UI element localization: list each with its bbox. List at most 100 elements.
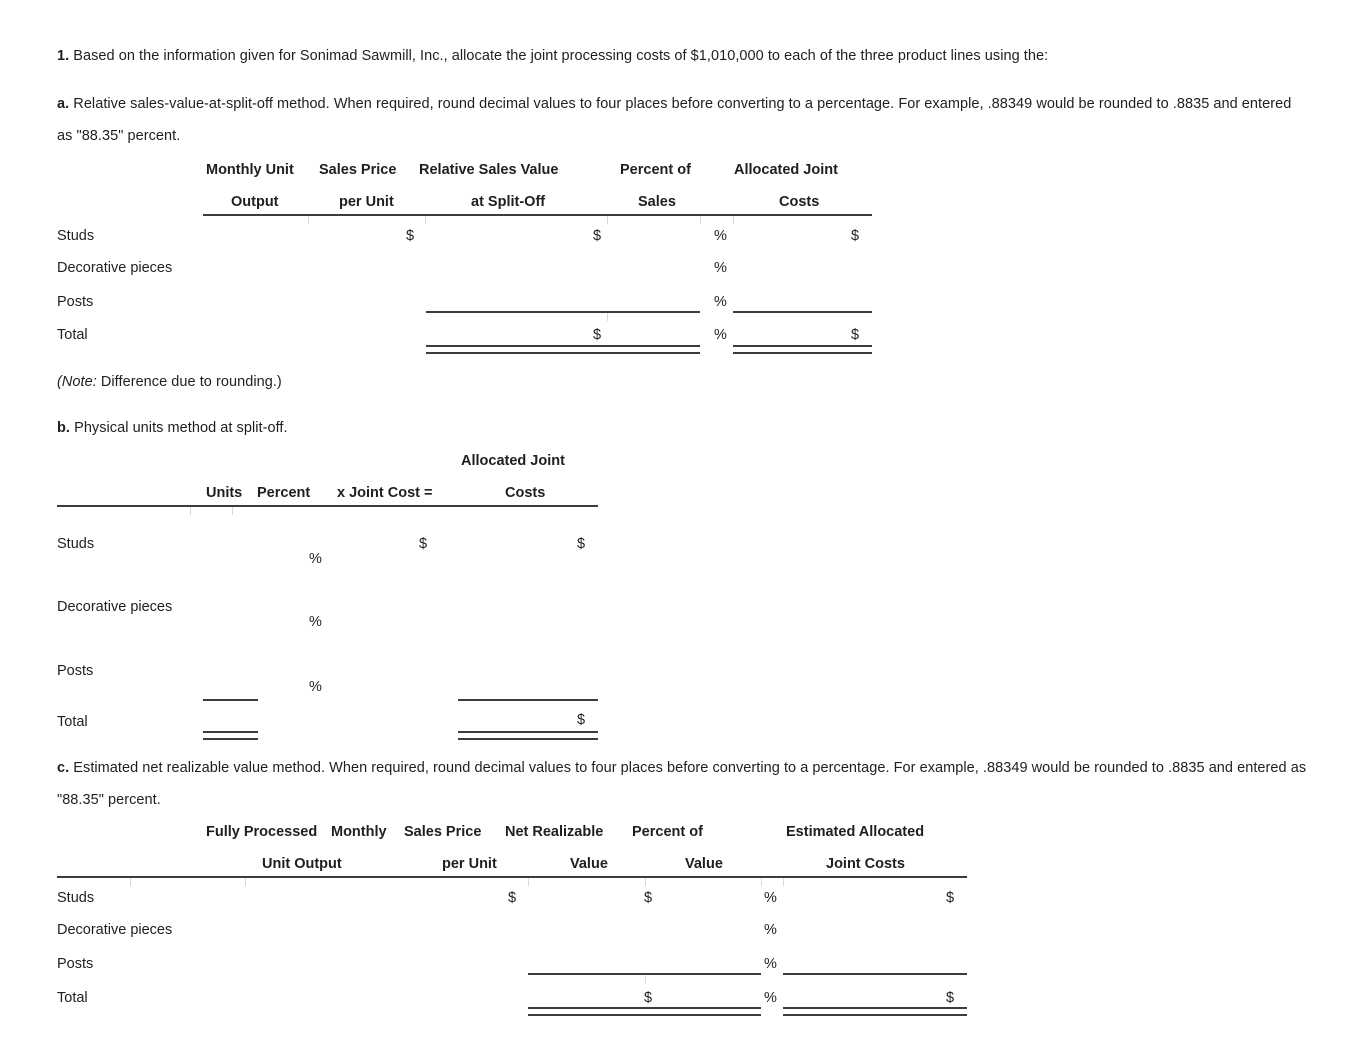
table-c-header-value-percent: Value [685,856,723,872]
table-c-header-fully-processed: Fully Processed [206,824,318,840]
table-a-col-sep-2 [425,216,426,224]
table-c-header-unit-output: Unit Output [262,856,342,872]
table-a-studs-rsv-symbol: $ [593,228,602,244]
table-a-total-double-rule-right [733,345,872,354]
table-c-total-nrv-symbol: $ [644,990,653,1006]
table-c-decorative-percent-symbol: % [764,922,777,938]
table-b-subtotal-rule-units [203,699,258,701]
table-a-posts-percent-symbol: % [714,294,727,310]
table-c-header-net-realizable: Net Realizable [505,824,604,840]
table-c-studs-nrv-symbol: $ [644,890,653,906]
table-b-row-label-posts: Posts [57,663,94,679]
table-b-posts-percent-symbol: % [309,679,322,695]
question-number: 1. [57,48,70,64]
table-c-posts-percent-symbol: % [764,956,777,972]
table-a-row-label-total: Total [57,327,88,343]
table-a-header-costs: Costs [779,194,820,210]
table-a-header-relative-sales-value: Relative Sales Value [419,162,559,178]
table-c-total-percent-symbol: % [764,990,777,1006]
table-a-row-label-decorative-pieces: Decorative pieces [57,260,173,276]
table-b-col-sep-2 [232,507,233,515]
table-b-header-units: Units [206,485,243,501]
part-a-instructions: a. Relative sales-value-at-split-off met… [57,88,1297,152]
table-b-studs-percent-symbol: % [309,551,322,567]
table-c-row-label-total: Total [57,990,88,1006]
part-b-instructions: b. Physical units method at split-off. [57,412,1297,444]
part-a-text: Relative sales-value-at-split-off method… [57,96,1292,144]
table-a-decorative-percent-symbol: % [714,260,727,276]
table-b-decorative-percent-symbol: % [309,614,322,630]
table-b-total-alloc-symbol: $ [577,712,586,728]
table-a-header-output: Output [231,194,279,210]
note-text: Difference due to rounding.) [100,374,282,390]
table-c-row-label-studs: Studs [57,890,95,906]
table-c-col-sep-1 [130,878,131,886]
table-b-studs-joint-cost-symbol: $ [419,536,428,552]
table-a-header-per-unit: per Unit [339,194,394,210]
part-c-instructions: c. Estimated net realizable value method… [57,752,1337,816]
part-a-letter: a. [57,96,70,112]
table-c-header-sales-price: Sales Price [404,824,482,840]
part-b-text: Physical units method at split-off. [74,420,288,436]
table-b-header-costs: Costs [505,485,546,501]
table-c-studs-price-symbol: $ [508,890,517,906]
worksheet-page: 1. Based on the information given for So… [0,0,1366,1062]
table-c-col-sep-2 [245,878,246,886]
question-text: Based on the information given for Sonim… [73,48,1049,64]
table-c-header-estimated-allocated: Estimated Allocated [786,824,925,840]
table-b-header-percent: Percent [257,485,311,501]
table-c-total-double-rule-right [783,1007,967,1016]
table-b-row-label-total: Total [57,714,88,730]
table-b-total-double-rule-costs [458,731,598,740]
table-b-row-label-studs: Studs [57,536,95,552]
table-a-col-sep-1 [308,216,309,224]
table-c-col-sep-3 [528,878,529,886]
table-a-header-sales-price: Sales Price [319,162,397,178]
table-a-studs-price-symbol: $ [406,228,415,244]
table-c-col-sep-6 [783,878,784,886]
note-label: (Note: [57,374,97,390]
table-a-subtotal-rule-right [733,311,872,313]
table-a-header-rule [203,214,872,216]
table-a-studs-percent-symbol: % [714,228,727,244]
part-a-note: (Note: Difference due to rounding.) [57,366,282,398]
table-a-row-label-studs: Studs [57,228,95,244]
table-c-studs-percent-symbol: % [764,890,777,906]
table-b-header-joint-cost: x Joint Cost = [337,485,433,501]
table-c-header-percent-of: Percent of [632,824,703,840]
table-a-studs-alloc-symbol: $ [851,228,860,244]
table-c-header-rule [57,876,967,878]
table-a-header-percent-of: Percent of [620,162,691,178]
table-a-subtotal-sep [607,313,608,321]
part-c-text: Estimated net realizable value method. W… [57,760,1307,808]
table-b-subtotal-rule-costs [458,699,598,701]
table-b-studs-alloc-symbol: $ [577,536,586,552]
table-b-col-sep-1 [190,507,191,515]
table-a-col-sep-5 [733,216,734,224]
table-b-row-label-decorative-pieces: Decorative pieces [57,599,173,615]
table-a-col-sep-3 [607,216,608,224]
table-c-col-sep-4 [645,878,646,886]
table-a-total-rsv-symbol: $ [593,327,602,343]
table-c-row-label-posts: Posts [57,956,94,972]
table-c-header-monthly: Monthly [331,824,387,840]
table-c-header-joint-costs: Joint Costs [826,856,905,872]
table-b-header-rule [57,505,598,507]
table-c-row-label-decorative-pieces: Decorative pieces [57,922,173,938]
table-c-col-sep-5 [761,878,762,886]
table-a-total-percent-symbol: % [714,327,727,343]
table-c-studs-alloc-symbol: $ [946,890,955,906]
table-a-total-double-rule-left [426,345,700,354]
table-c-subtotal-sep [645,975,646,983]
table-c-subtotal-rule-right [783,973,967,975]
part-b-letter: b. [57,420,70,436]
table-c-total-alloc-symbol: $ [946,990,955,1006]
question-prompt: 1. Based on the information given for So… [57,40,1327,72]
table-a-col-sep-4 [700,216,701,224]
part-c-letter: c. [57,760,70,776]
table-c-total-double-rule-left [528,1007,761,1016]
table-a-header-monthly-unit: Monthly Unit [206,162,294,178]
table-a-total-alloc-symbol: $ [851,327,860,343]
table-a-header-allocated-joint: Allocated Joint [734,162,838,178]
table-c-header-value-nrv: Value [570,856,608,872]
